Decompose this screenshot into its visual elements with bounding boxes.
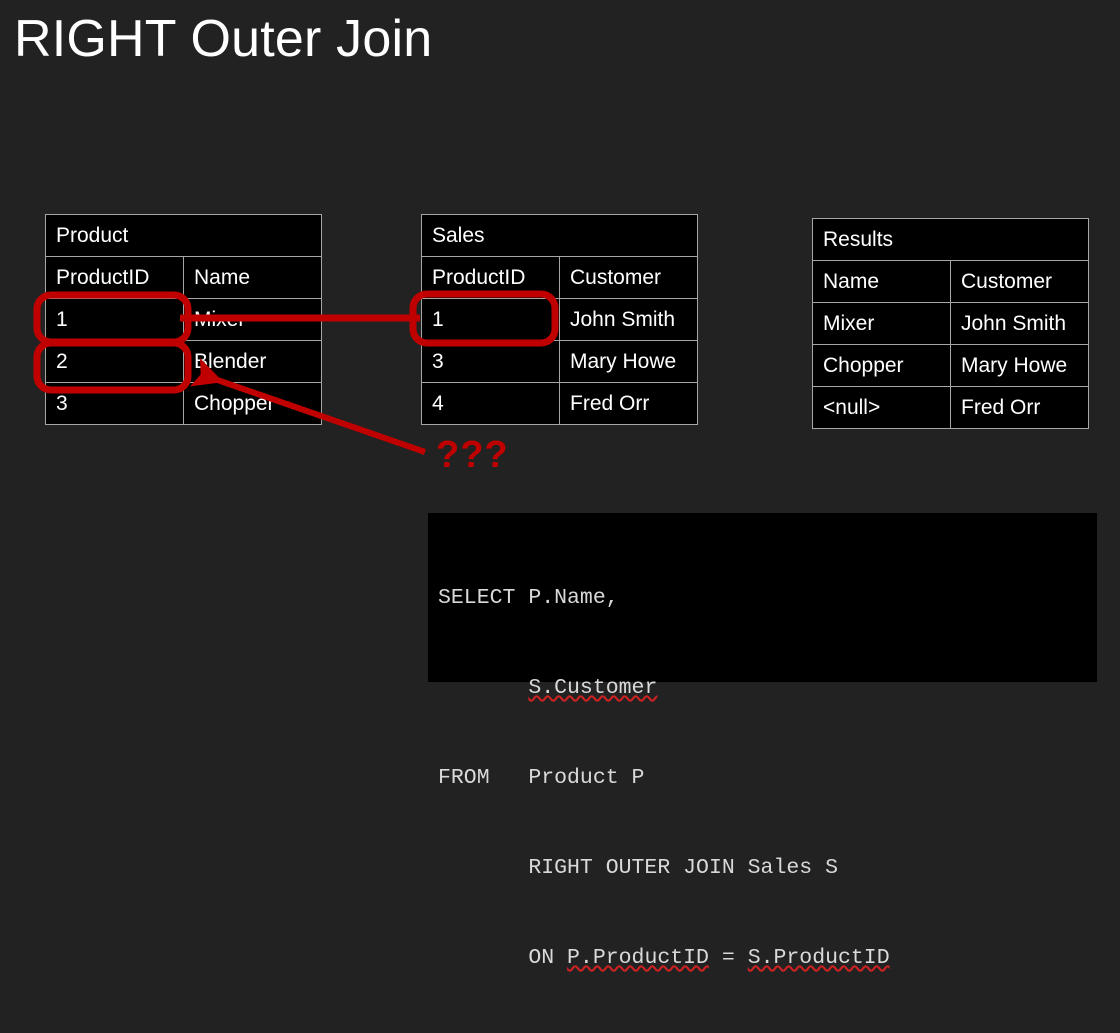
code-line-2: S.Customer — [528, 676, 658, 700]
product-col-productid: ProductID — [45, 256, 184, 299]
table-row: 3 Chopper — [45, 382, 322, 425]
product-r3-name: Chopper — [183, 382, 322, 425]
table-row: Mixer John Smith — [812, 302, 1089, 345]
sales-r1-productid: 1 — [421, 298, 560, 341]
table-row: <null> Fred Orr — [812, 386, 1089, 429]
results-r2-customer: Mary Howe — [950, 344, 1089, 387]
product-r2-name: Blender — [183, 340, 322, 383]
sales-r3-customer: Fred Orr — [559, 382, 698, 425]
code-line-1: SELECT P.Name, — [438, 586, 619, 610]
results-r3-customer: Fred Orr — [950, 386, 1089, 429]
results-table: Results Name Customer Mixer John Smith C… — [812, 218, 1089, 429]
code-line-3: FROM Product P — [438, 766, 645, 790]
results-r3-name: <null> — [812, 386, 951, 429]
slide-canvas: RIGHT Outer Join Product ProductID Name … — [0, 0, 1120, 970]
table-title-row: Results — [812, 218, 1089, 261]
product-table-name: Product — [45, 214, 322, 257]
table-row: 3 Mary Howe — [421, 340, 698, 383]
page-title: RIGHT Outer Join — [14, 10, 433, 68]
sales-r3-productid: 4 — [421, 382, 560, 425]
code-line-5: ON P.ProductID = S.ProductID — [438, 946, 890, 970]
results-table-name: Results — [812, 218, 1089, 261]
table-header-row: ProductID Customer — [421, 256, 698, 299]
question-marks-annotation: ??? — [436, 434, 509, 476]
product-r1-name: Mixer — [183, 298, 322, 341]
product-r2-productid: 2 — [45, 340, 184, 383]
table-title-row: Sales — [421, 214, 698, 257]
product-r1-productid: 1 — [45, 298, 184, 341]
sales-col-productid: ProductID — [421, 256, 560, 299]
table-title-row: Product — [45, 214, 322, 257]
sales-r1-customer: John Smith — [559, 298, 698, 341]
table-row: 4 Fred Orr — [421, 382, 698, 425]
results-r2-name: Chopper — [812, 344, 951, 387]
product-col-name: Name — [183, 256, 322, 299]
code-line-4: RIGHT OUTER JOIN Sales S — [438, 856, 838, 880]
table-row: 2 Blender — [45, 340, 322, 383]
sales-table-name: Sales — [421, 214, 698, 257]
results-col-name: Name — [812, 260, 951, 303]
product-r3-productid: 3 — [45, 382, 184, 425]
sales-table: Sales ProductID Customer 1 John Smith 3 … — [421, 214, 698, 425]
table-row: 1 Mixer — [45, 298, 322, 341]
sql-code-block: SELECT P.Name, S.Customer FROM Product P… — [428, 513, 1097, 970]
table-header-row: ProductID Name — [45, 256, 322, 299]
table-row: 1 John Smith — [421, 298, 698, 341]
results-col-customer: Customer — [950, 260, 1089, 303]
results-r1-name: Mixer — [812, 302, 951, 345]
sales-col-customer: Customer — [559, 256, 698, 299]
sales-r2-customer: Mary Howe — [559, 340, 698, 383]
table-row: Chopper Mary Howe — [812, 344, 1089, 387]
product-table: Product ProductID Name 1 Mixer 2 Blender… — [45, 214, 322, 425]
sales-r2-productid: 3 — [421, 340, 560, 383]
table-header-row: Name Customer — [812, 260, 1089, 303]
results-r1-customer: John Smith — [950, 302, 1089, 345]
